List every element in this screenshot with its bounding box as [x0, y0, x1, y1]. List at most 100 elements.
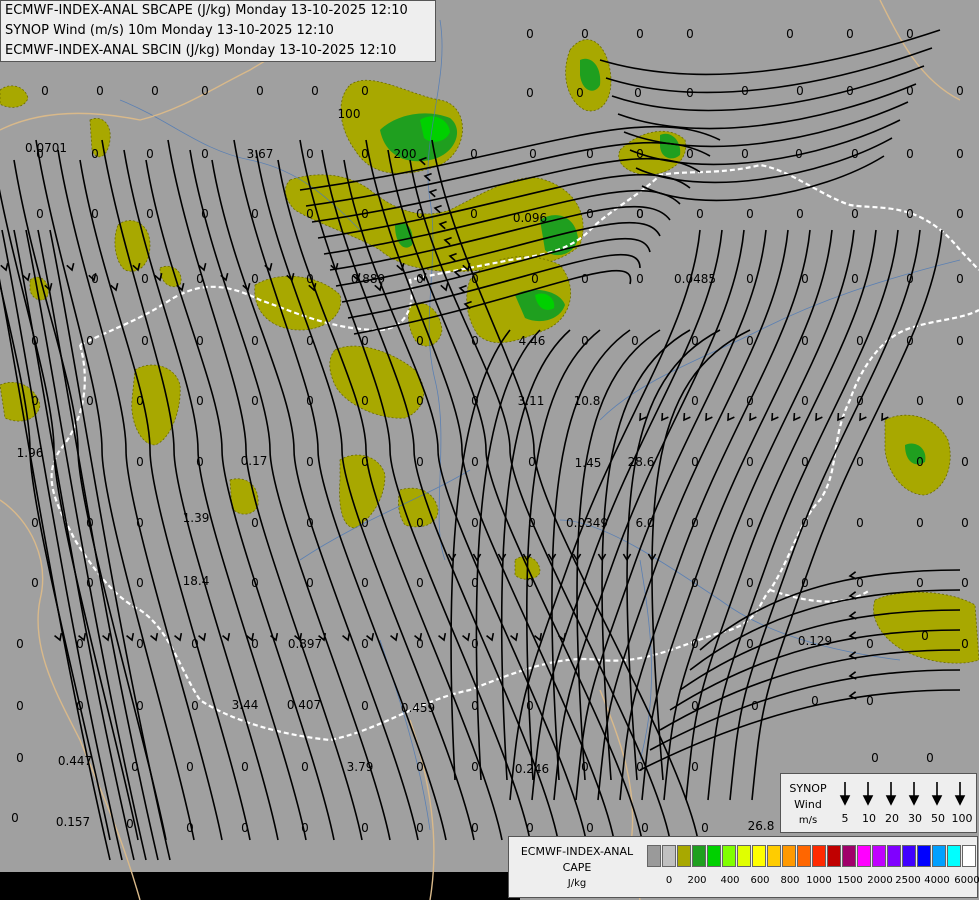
cin-value-label: 0	[581, 760, 589, 774]
cin-value-label: 0.0701	[25, 141, 67, 155]
cin-value-label: 0	[416, 394, 424, 408]
cin-value-label: 0	[131, 760, 139, 774]
cin-value-label: 26.8	[748, 819, 775, 833]
cin-value-label: 0	[416, 821, 424, 835]
cape-swatch	[782, 845, 796, 867]
cin-value-label: 0	[691, 699, 699, 713]
cin-value-label: 0	[846, 27, 854, 41]
cape-tick-label: 4000	[924, 875, 950, 886]
cin-value-label: 0	[956, 84, 964, 98]
cape-swatch	[692, 845, 706, 867]
cin-value-label: 0	[31, 576, 39, 590]
cin-value-label: 0	[301, 821, 309, 835]
cin-value-label: 0	[846, 84, 854, 98]
cape-tick-label: 6000	[954, 875, 979, 886]
cin-value-label: 0	[581, 334, 589, 348]
cin-value-label: 0	[76, 637, 84, 651]
cin-value-label: 0	[691, 576, 699, 590]
cin-value-label: 0	[196, 455, 204, 469]
cin-value-label: 0	[136, 576, 144, 590]
cin-value-label: 0	[361, 334, 369, 348]
cape-swatch	[812, 845, 826, 867]
cin-value-label: 0	[86, 516, 94, 530]
cape-swatch	[842, 845, 856, 867]
cin-value-label: 0	[526, 821, 534, 835]
cape-swatch	[767, 845, 781, 867]
cin-value-label: 0	[586, 207, 594, 221]
wind-legend-arrows	[839, 782, 966, 806]
weather-map[interactable]: 0 0 0 0 0 0 0 0 0 0 0 0 0 0 0 0 0 0 0 0 0 0 0 0 0 0 0 0 0 0 0 0 0 0 0 0 0 0 0 0…	[0, 0, 979, 900]
cin-value-label: 0	[795, 147, 803, 161]
cin-value-label: 0.17	[241, 454, 268, 468]
title-synop-wind: SYNOP Wind (m/s) 10m Monday 13-10-2025 1…	[5, 23, 334, 38]
cin-value-label: 0	[866, 637, 874, 651]
cin-value-label: 0	[126, 817, 134, 831]
cin-value-label: 0	[76, 699, 84, 713]
cin-value-label: 0	[746, 207, 754, 221]
cin-value-label: 0	[416, 272, 424, 286]
cin-value-label: 28.6	[628, 455, 655, 469]
cin-value-label: 0	[686, 147, 694, 161]
cin-value-label: 0.447	[58, 754, 92, 768]
cin-value-label: 0	[856, 334, 864, 348]
cin-value-label: 0	[801, 272, 809, 286]
cape-legend: ECMWF-INDEX-ANAL CAPE J/kg 0 200 400 600 800…	[508, 836, 979, 898]
cin-value-label: 0	[251, 272, 259, 286]
cin-value-label: 0	[416, 637, 424, 651]
cin-value-label: 0	[91, 272, 99, 286]
cin-value-label: 0	[741, 147, 749, 161]
wind-speed-50: 50	[931, 812, 945, 825]
cin-value-label: 0	[31, 516, 39, 530]
cin-value-label: 0	[746, 334, 754, 348]
cin-value-label: 0	[361, 576, 369, 590]
cape-swatch	[662, 845, 676, 867]
cin-value-label: 0	[956, 272, 964, 286]
cin-value-label: 0	[746, 637, 754, 651]
cin-value-label: 0	[916, 516, 924, 530]
cin-value-label: 0	[961, 516, 969, 530]
cape-swatch	[752, 845, 766, 867]
wind-legend-title-1: SYNOP	[789, 782, 827, 795]
cin-value-label: 0	[361, 147, 369, 161]
cin-value-label: 1.39	[183, 511, 210, 525]
cin-value-label: 0	[636, 760, 644, 774]
cin-value-label: 0	[471, 576, 479, 590]
cin-value-label: 0	[416, 207, 424, 221]
cin-value-label: 0	[306, 576, 314, 590]
cin-value-label: 0	[528, 516, 536, 530]
cape-swatch	[677, 845, 691, 867]
cin-value-label: 0	[251, 207, 259, 221]
cin-value-label: 0	[691, 334, 699, 348]
cin-value-label: 0	[470, 207, 478, 221]
cin-value-label: 0.157	[56, 815, 90, 829]
cape-legend-title-1: ECMWF-INDEX-ANAL	[520, 845, 634, 858]
cin-value-label: 0	[801, 516, 809, 530]
cin-value-label: 0	[186, 821, 194, 835]
cin-value-label: 0	[16, 751, 24, 765]
cin-value-label: 0	[921, 629, 929, 643]
title-sbcin: ECMWF-INDEX-ANAL SBCIN (J/kg) Monday 13-…	[5, 43, 397, 58]
cin-value-label: 0	[201, 147, 209, 161]
cin-value-label: 0	[801, 455, 809, 469]
cin-value-label: 0	[306, 455, 314, 469]
cin-value-label: 0	[801, 394, 809, 408]
cin-value-label: 0	[636, 147, 644, 161]
cin-value-label: 0	[636, 27, 644, 41]
cin-value-label: 0	[529, 147, 537, 161]
cin-value-label: 0	[241, 760, 249, 774]
cin-value-label: 0.0485	[674, 272, 716, 286]
cin-value-label: 0	[746, 272, 754, 286]
cin-value-label: 0	[641, 821, 649, 835]
cin-value-label: 0	[306, 334, 314, 348]
cin-value-label: 0	[306, 272, 314, 286]
cin-value-label: 0	[31, 334, 39, 348]
cin-value-label: 0	[526, 699, 534, 713]
cin-value-label: 0	[141, 272, 149, 286]
cin-value-label: 0	[686, 86, 694, 100]
cin-value-label: 0	[631, 334, 639, 348]
cin-value-label: 4.46	[519, 334, 546, 348]
cin-value-label: 0.407	[287, 698, 321, 712]
cin-value-label: 0	[961, 576, 969, 590]
cin-value-label: 0	[796, 207, 804, 221]
cin-value-label: 0.129	[798, 634, 832, 648]
